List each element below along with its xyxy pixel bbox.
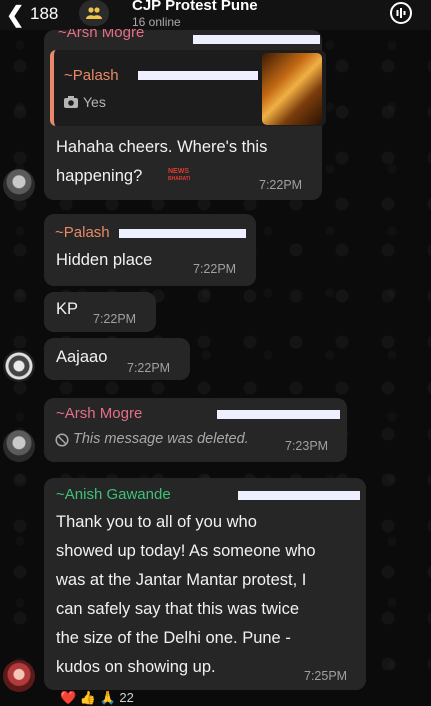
message-text: the size of the Delhi one. Pune - xyxy=(56,629,291,647)
sender-avatar[interactable] xyxy=(3,430,35,462)
watermark-logo: NEWS BHARATI xyxy=(168,168,190,183)
message-reactions[interactable]: ❤️ 👍 🙏 22 xyxy=(60,690,134,706)
message-text: Thank you to all of you who xyxy=(56,513,257,531)
quote-image-thumbnail[interactable] xyxy=(262,53,322,125)
message-text: KP xyxy=(56,300,79,318)
sender-name[interactable]: ~Palash xyxy=(55,224,110,241)
group-name[interactable]: CJP Protest Pune xyxy=(132,0,258,14)
message-text: Hahaha cheers. Where's this xyxy=(56,138,268,156)
redacted-phone xyxy=(138,71,258,80)
redacted-phone xyxy=(119,229,246,238)
unread-count[interactable]: 188 xyxy=(30,4,58,24)
message-time: 7:22PM xyxy=(193,262,237,276)
quote-sender-name: ~Palash xyxy=(64,67,119,84)
message-time: 7:25PM xyxy=(304,669,348,683)
message-time: 7:22PM xyxy=(127,361,171,375)
group-avatar[interactable] xyxy=(79,0,109,26)
message-text: can safely say that this was twice xyxy=(56,600,300,618)
message-time: 7:22PM xyxy=(93,312,137,326)
sender-avatar[interactable] xyxy=(3,169,35,201)
camera-icon xyxy=(64,96,78,108)
message-text: Aajaao xyxy=(56,348,108,366)
message-time: 7:23PM xyxy=(285,439,329,453)
poll-icon[interactable] xyxy=(389,1,413,25)
message-text: happening? xyxy=(56,167,143,185)
sender-name[interactable]: ~Arsh Mogre xyxy=(56,405,142,422)
online-status: 16 online xyxy=(132,15,181,29)
chat-header: ❮ 188 CJP Protest Pune 16 online xyxy=(0,0,431,30)
blocked-icon xyxy=(55,433,69,447)
watermark-text: NEWS xyxy=(168,168,189,175)
sender-avatar[interactable] xyxy=(3,660,35,692)
message-text: showed up today! As someone who xyxy=(56,542,316,560)
sender-name[interactable]: ~Anish Gawande xyxy=(56,486,171,503)
message-text: Hidden place xyxy=(56,251,153,269)
group-people-icon xyxy=(86,7,102,19)
watermark-text: BHARATI xyxy=(168,176,191,182)
redacted-phone xyxy=(238,491,360,500)
message-time: 7:22PM xyxy=(259,178,303,192)
back-arrow-icon[interactable]: ❮ xyxy=(6,2,24,28)
message-text: was at the Jantar Mantar protest, I xyxy=(56,571,307,589)
redacted-phone xyxy=(193,35,320,44)
sender-avatar[interactable] xyxy=(3,350,35,382)
message-text: kudos on showing up. xyxy=(56,658,216,676)
quote-text: Yes xyxy=(83,94,106,110)
deleted-message-text: This message was deleted. xyxy=(73,431,249,447)
redacted-phone xyxy=(217,410,340,419)
